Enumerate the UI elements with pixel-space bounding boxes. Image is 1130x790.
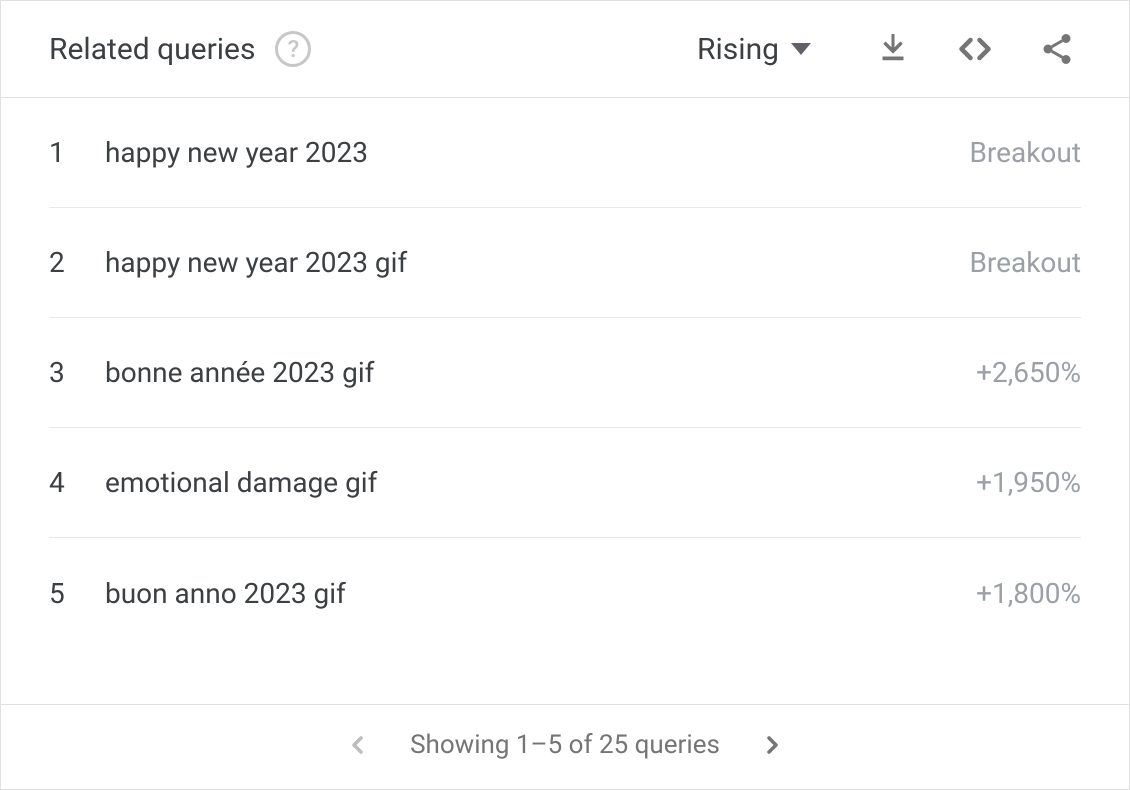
card-title: Related queries (49, 32, 255, 67)
query-rank: 4 (49, 466, 105, 499)
query-value: +2,650% (976, 356, 1081, 389)
sort-dropdown[interactable]: Rising (697, 32, 811, 67)
query-list: 1 happy new year 2023 Breakout 2 happy n… (1, 98, 1129, 704)
related-queries-card: Related queries ? Rising (0, 0, 1130, 790)
query-value: Breakout (969, 246, 1081, 279)
query-row[interactable]: 5 buon anno 2023 gif +1,800% (49, 538, 1081, 648)
embed-button[interactable] (951, 25, 999, 73)
query-text: buon anno 2023 gif (105, 577, 976, 610)
query-text: emotional damage gif (105, 466, 976, 499)
query-text: happy new year 2023 gif (105, 246, 969, 279)
share-button[interactable] (1033, 25, 1081, 73)
query-rank: 3 (49, 356, 105, 389)
query-text: happy new year 2023 (105, 136, 969, 169)
prev-page-button[interactable] (338, 725, 378, 765)
query-rank: 5 (49, 577, 105, 610)
code-icon (957, 31, 993, 67)
download-icon (875, 31, 911, 67)
query-row[interactable]: 2 happy new year 2023 gif Breakout (49, 208, 1081, 318)
card-header: Related queries ? Rising (1, 1, 1129, 97)
help-icon[interactable]: ? (275, 31, 311, 67)
chevron-right-icon (760, 733, 784, 757)
query-value: +1,950% (976, 466, 1081, 499)
chevron-down-icon (791, 43, 811, 55)
query-row[interactable]: 1 happy new year 2023 Breakout (49, 98, 1081, 208)
chevron-left-icon (346, 733, 370, 757)
query-row[interactable]: 4 emotional damage gif +1,950% (49, 428, 1081, 538)
next-page-button[interactable] (752, 725, 792, 765)
query-row[interactable]: 3 bonne année 2023 gif +2,650% (49, 318, 1081, 428)
query-value: +1,800% (976, 577, 1081, 610)
query-rank: 2 (49, 246, 105, 279)
sort-label: Rising (697, 32, 779, 67)
query-value: Breakout (969, 136, 1081, 169)
download-button[interactable] (869, 25, 917, 73)
pager: Showing 1–5 of 25 queries (1, 704, 1129, 789)
query-rank: 1 (49, 136, 105, 169)
pager-text: Showing 1–5 of 25 queries (410, 730, 720, 760)
query-text: bonne année 2023 gif (105, 356, 976, 389)
share-icon (1039, 31, 1075, 67)
